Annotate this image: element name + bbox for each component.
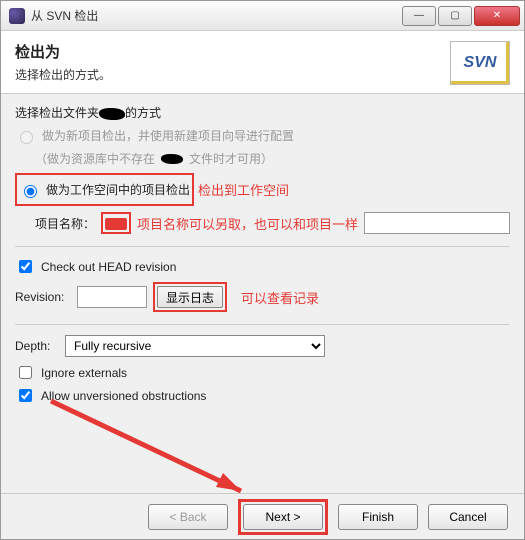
revision-input[interactable] (77, 286, 147, 308)
annotation-text-2: 项目名称可以另取，也可以和项目一样 (137, 214, 358, 233)
annotation-box-1: 做为工作空间中的项目检出 (15, 173, 194, 206)
separator-2 (15, 324, 510, 325)
annotation-text-3: 可以查看记录 (241, 288, 319, 307)
next-button[interactable]: Next > (243, 504, 323, 530)
minimize-button[interactable]: — (402, 6, 436, 26)
header-subtitle: 选择检出的方式。 (15, 66, 510, 83)
annotation-box-2 (101, 212, 131, 234)
redacted-value-icon (105, 218, 127, 230)
radio-new-project-input (20, 131, 33, 144)
ignore-externals-checkbox[interactable]: Ignore externals (15, 363, 510, 382)
revision-label: Revision: (15, 290, 71, 304)
ignore-externals-input[interactable] (19, 366, 32, 379)
dialog-window: 从 SVN 检出 — ▢ ✕ 检出为 选择检出的方式。 SVN 选择检出文件夹的… (0, 0, 525, 540)
dialog-content: 选择检出文件夹的方式 做为新项目检出，并使用新建项目向导进行配置 （做为资源库中… (1, 94, 524, 405)
window-title: 从 SVN 检出 (31, 7, 402, 24)
close-button[interactable]: ✕ (474, 6, 520, 26)
annotation-text-1: 检出到工作空间 (198, 180, 289, 199)
show-log-button[interactable]: 显示日志 (157, 286, 223, 308)
back-button: < Back (148, 504, 228, 530)
svn-logo: SVN (450, 41, 510, 85)
project-name-input[interactable] (364, 212, 510, 234)
header-title: 检出为 (15, 41, 510, 62)
allow-unversioned-checkbox[interactable]: Allow unversioned obstructions (15, 386, 510, 405)
depth-select[interactable]: Fully recursive (65, 335, 325, 357)
finish-button[interactable]: Finish (338, 504, 418, 530)
allow-unversioned-input[interactable] (19, 389, 32, 402)
app-icon (9, 8, 25, 24)
radio-workspace-project-input[interactable] (24, 185, 37, 198)
cancel-button[interactable]: Cancel (428, 504, 508, 530)
checkout-head-input[interactable] (19, 260, 32, 273)
radio-note: （做为资源库中不存在 文件时才可用） (35, 150, 510, 167)
dialog-footer: < Back Next > Finish Cancel (1, 493, 524, 539)
maximize-button[interactable]: ▢ (438, 6, 472, 26)
annotation-box-3: 显示日志 (153, 282, 227, 312)
titlebar: 从 SVN 检出 — ▢ ✕ (1, 1, 524, 31)
depth-label: Depth: (15, 339, 59, 353)
separator-1 (15, 246, 510, 247)
options-group: Depth: Fully recursive Ignore externals … (15, 335, 510, 405)
checkout-mode-group: 选择检出文件夹的方式 做为新项目检出，并使用新建项目向导进行配置 （做为资源库中… (15, 104, 510, 234)
checkout-head-checkbox[interactable]: Check out HEAD revision (15, 257, 510, 276)
mode-label: 选择检出文件夹的方式 (15, 104, 510, 121)
redacted-icon (161, 154, 183, 164)
redacted-icon (99, 108, 125, 120)
annotation-box-4: Next > (238, 499, 328, 535)
radio-workspace-project[interactable]: 做为工作空间中的项目检出 (19, 181, 190, 198)
dialog-header: 检出为 选择检出的方式。 SVN (1, 31, 524, 94)
revision-group: Check out HEAD revision Revision: 显示日志 可… (15, 257, 510, 312)
project-name-label: 项目名称： (35, 215, 95, 232)
radio-new-project: 做为新项目检出，并使用新建项目向导进行配置 (15, 127, 510, 144)
